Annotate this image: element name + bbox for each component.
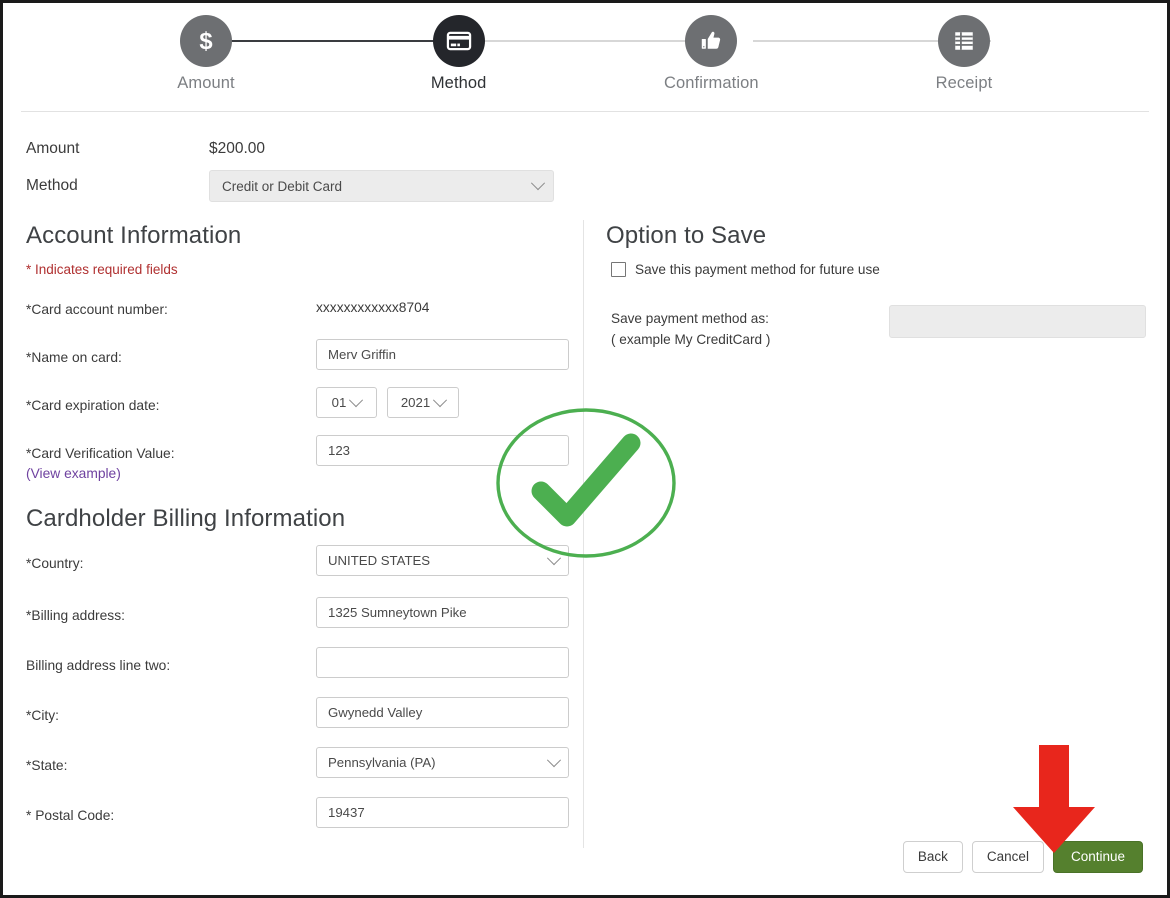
- chevron-down-icon: [433, 393, 447, 407]
- dollar-icon: $: [180, 15, 232, 67]
- expiration-group: 01 2021: [316, 387, 459, 418]
- chevron-down-icon: [349, 393, 363, 407]
- back-button[interactable]: Back: [903, 841, 963, 873]
- expiration-month-value: 01: [332, 395, 347, 410]
- summary-row-method: Method Credit or Debit Card: [26, 170, 1149, 202]
- save-payment-method-label: Save this payment method for future use: [635, 262, 880, 277]
- field-city: *City: Gwynedd Valley: [26, 697, 573, 747]
- postal-code-input[interactable]: 19437: [316, 797, 569, 828]
- stepper-label-confirmation: Confirmation: [631, 74, 791, 93]
- billing-address-input[interactable]: 1325 Sumneytown Pike: [316, 597, 569, 628]
- field-state: *State: Pennsylvania (PA): [26, 747, 573, 797]
- cancel-button[interactable]: Cancel: [972, 841, 1044, 873]
- billing-address-label: *Billing address:: [26, 597, 316, 626]
- cvv-input[interactable]: 123: [316, 435, 569, 466]
- city-label: *City:: [26, 697, 316, 726]
- field-billing-address-two: Billing address line two:: [26, 647, 573, 697]
- stepper-divider: [21, 111, 1149, 112]
- stepper-label-method: Method: [379, 74, 539, 93]
- save-as-label-line2: ( example My CreditCard ): [611, 329, 889, 350]
- country-label: *Country:: [26, 545, 316, 574]
- view-example-link[interactable]: (View example): [26, 464, 316, 484]
- expiration-year-select[interactable]: 2021: [387, 387, 459, 418]
- amount-label: Amount: [26, 140, 209, 158]
- state-select[interactable]: Pennsylvania (PA): [316, 747, 569, 778]
- field-card-expiration: *Card expiration date: 01 2021: [26, 387, 573, 435]
- summary-row-amount: Amount $200.00: [26, 134, 1149, 164]
- credit-card-icon: [433, 15, 485, 67]
- billing-address-two-input[interactable]: [316, 647, 569, 678]
- chevron-down-icon: [547, 753, 561, 767]
- city-input[interactable]: Gwynedd Valley: [316, 697, 569, 728]
- stepper-label-amount: Amount: [126, 74, 286, 93]
- card-expiration-label: *Card expiration date:: [26, 387, 316, 416]
- option-to-save-title: Option to Save: [606, 222, 1149, 250]
- method-select-value: Credit or Debit Card: [222, 179, 342, 194]
- expiration-year-value: 2021: [401, 395, 430, 410]
- payment-summary: Amount $200.00 Method Credit or Debit Ca…: [21, 134, 1149, 202]
- svg-text:$: $: [199, 28, 212, 55]
- stepper-step-receipt[interactable]: Receipt: [884, 15, 1044, 93]
- stepper-step-method[interactable]: Method: [379, 15, 539, 93]
- state-label: *State:: [26, 747, 316, 776]
- receipt-icon: [938, 15, 990, 67]
- payment-method-page: $ Amount Method: [0, 0, 1170, 898]
- field-billing-address: *Billing address: 1325 Sumneytown Pike: [26, 597, 573, 647]
- field-cvv: *Card Verification Value: (View example)…: [26, 435, 573, 491]
- name-on-card-input[interactable]: Merv Griffin: [316, 339, 569, 370]
- chevron-down-icon: [547, 551, 561, 565]
- billing-information-title: Cardholder Billing Information: [26, 505, 573, 533]
- amount-value: $200.00: [209, 140, 265, 158]
- stepper-label-receipt: Receipt: [884, 74, 1044, 93]
- field-postal-code: * Postal Code: 19437: [26, 797, 573, 847]
- save-as-label-line1: Save payment method as:: [611, 308, 889, 329]
- billing-address-two-label: Billing address line two:: [26, 647, 316, 676]
- field-country: *Country: UNITED STATES: [26, 545, 573, 597]
- method-select[interactable]: Credit or Debit Card: [209, 170, 554, 202]
- card-number-value: xxxxxxxxxxxx8704: [316, 291, 429, 315]
- thumbs-up-icon: [685, 15, 737, 67]
- expiration-month-select[interactable]: 01: [316, 387, 377, 418]
- account-information-title: Account Information: [26, 222, 573, 250]
- left-column: Account Information * Indicates required…: [21, 218, 573, 848]
- cvv-label: *Card Verification Value: (View example): [26, 435, 316, 484]
- postal-code-label: * Postal Code:: [26, 797, 316, 826]
- checkout-stepper: $ Amount Method: [21, 3, 1149, 93]
- field-name-on-card: *Name on card: Merv Griffin: [26, 339, 573, 387]
- right-column: Option to Save Save this payment method …: [584, 218, 1149, 848]
- required-fields-note: * Indicates required fields: [26, 262, 573, 277]
- save-payment-method-checkbox-row[interactable]: Save this payment method for future use: [611, 262, 1149, 277]
- save-payment-method-as-row: Save payment method as: ( example My Cre…: [611, 305, 1149, 350]
- state-value: Pennsylvania (PA): [328, 755, 436, 770]
- save-as-label: Save payment method as: ( example My Cre…: [611, 305, 889, 350]
- continue-button[interactable]: Continue: [1053, 841, 1143, 873]
- chevron-down-icon: [531, 176, 545, 190]
- form-columns: Account Information * Indicates required…: [21, 218, 1149, 848]
- method-label: Method: [26, 177, 209, 195]
- save-payment-method-checkbox[interactable]: [611, 262, 626, 277]
- form-footer: Back Cancel Continue: [903, 841, 1143, 873]
- name-on-card-label: *Name on card:: [26, 339, 316, 368]
- cvv-label-text: *Card Verification Value:: [26, 446, 175, 461]
- country-value: UNITED STATES: [328, 553, 430, 568]
- field-card-number: *Card account number: xxxxxxxxxxxx8704: [26, 291, 573, 339]
- country-select[interactable]: UNITED STATES: [316, 545, 569, 576]
- stepper-step-confirmation[interactable]: Confirmation: [631, 15, 791, 93]
- stepper-step-amount[interactable]: $ Amount: [126, 15, 286, 93]
- save-as-input: [889, 305, 1146, 338]
- card-number-label: *Card account number:: [26, 291, 316, 320]
